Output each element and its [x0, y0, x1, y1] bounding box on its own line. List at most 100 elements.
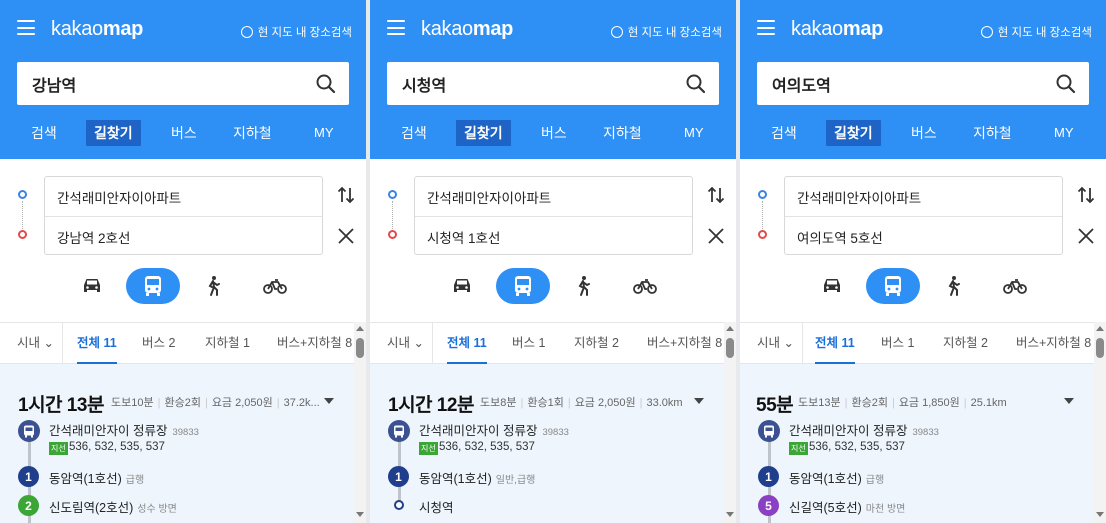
search-box — [17, 62, 349, 105]
filter-subway[interactable]: 지하철 2 — [574, 323, 619, 364]
transfer-station[interactable]: 신길역(5호선) 마천 방면 — [789, 497, 905, 516]
scrollbar[interactable] — [1094, 322, 1106, 523]
bus-numbers: 536, 532, 535, 537 — [809, 441, 905, 453]
destination-input[interactable] — [785, 217, 1062, 256]
tab-subway[interactable]: 지하철 — [233, 120, 272, 146]
map-scope-search-toggle[interactable]: 현 지도 내 장소검색 — [240, 24, 352, 40]
city-dropdown[interactable]: 시내 ⌄ — [17, 323, 54, 364]
tab-subway[interactable]: 지하철 — [973, 120, 1012, 146]
filter-bus-subway[interactable]: 버스+지하철 8 — [1016, 323, 1091, 364]
bike-mode-button[interactable] — [248, 268, 302, 304]
transit-mode-button[interactable] — [496, 268, 550, 304]
tab-bus[interactable]: 버스 — [911, 120, 937, 146]
close-icon[interactable] — [337, 227, 355, 245]
scrollbar[interactable] — [724, 322, 736, 523]
boarding-stop[interactable]: 간석래미안자이 정류장 39833 — [789, 420, 939, 439]
walk-mode-button[interactable] — [926, 268, 980, 304]
search-input[interactable] — [757, 74, 1037, 93]
search-input[interactable] — [17, 74, 297, 93]
city-dropdown[interactable]: 시내 ⌄ — [387, 323, 424, 364]
filter-bus[interactable]: 버스 2 — [142, 323, 175, 364]
city-dropdown[interactable]: 시내 ⌄ — [757, 323, 794, 364]
route-meta: 도보13분 | 환승2회 | 요금 1,850원 | 25.1km — [798, 397, 1007, 409]
filter-bus-subway[interactable]: 버스+지하철 8 — [277, 323, 352, 364]
transfer-station[interactable]: 동암역(1호선) 일반,급행 — [419, 468, 535, 487]
close-icon[interactable] — [1077, 227, 1095, 245]
menu-icon[interactable] — [17, 20, 35, 35]
car-mode-button[interactable] — [805, 268, 859, 304]
route-inputs — [44, 176, 323, 256]
filter-bus[interactable]: 버스 1 — [881, 323, 914, 364]
boarding-stop[interactable]: 간석래미안자이 정류장 39833 — [419, 420, 569, 439]
arrival-dot-icon — [394, 500, 404, 510]
walk-mode-button[interactable] — [186, 268, 240, 304]
filter-bus-subway[interactable]: 버스+지하철 8 — [647, 323, 722, 364]
tab-subway[interactable]: 지하철 — [603, 120, 642, 146]
route-result[interactable]: 1시간 12분 도보8분 | 환승1회 | 요금 2,050원 | 33.0km 간석래미안… — [370, 364, 724, 523]
filter-all[interactable]: 전체 11 — [77, 323, 117, 364]
swap-icon[interactable] — [336, 185, 356, 205]
swap-icon[interactable] — [1076, 185, 1096, 205]
tab-directions[interactable]: 길찾기 — [86, 120, 141, 146]
destination-input[interactable] — [415, 217, 692, 256]
boarding-stop[interactable]: 간석래미안자이 정류장 39833 — [49, 420, 199, 439]
nav-tabs: 검색 길찾기 버스 지하철 MY — [370, 117, 736, 149]
route-filter-tabs: 시내 ⌄ 전체 11 버스 1 지하철 2 버스+지하철 8 — [370, 322, 736, 364]
tab-search[interactable]: 검색 — [771, 120, 797, 146]
tab-bus[interactable]: 버스 — [171, 120, 197, 146]
search-icon[interactable] — [685, 73, 707, 95]
search-icon[interactable] — [1055, 73, 1077, 95]
bike-mode-button[interactable] — [618, 268, 672, 304]
filter-bus[interactable]: 버스 1 — [512, 323, 545, 364]
origin-input[interactable] — [785, 177, 1062, 216]
transfer-station[interactable]: 동암역(1호선) 급행 — [49, 468, 144, 487]
origin-input[interactable] — [415, 177, 692, 216]
swap-icon[interactable] — [706, 185, 726, 205]
line-2-badge: 2 — [18, 495, 39, 516]
route-meta: 도보10분 | 환승2회 | 요금 2,050원 | 37.2k... — [111, 397, 320, 409]
tab-directions[interactable]: 길찾기 — [826, 120, 881, 146]
walk-mode-button[interactable] — [556, 268, 610, 304]
transfer-station[interactable]: 신도림역(2호선) 성수 방면 — [49, 497, 177, 516]
filter-all[interactable]: 전체 11 — [815, 323, 855, 364]
transit-mode-button[interactable] — [126, 268, 180, 304]
expand-caret-icon[interactable] — [694, 398, 704, 404]
car-mode-button[interactable] — [435, 268, 489, 304]
expand-caret-icon[interactable] — [324, 398, 334, 404]
map-scope-search-toggle[interactable]: 현 지도 내 장소검색 — [980, 24, 1092, 40]
kakaomap-logo[interactable]: kakaomap — [421, 18, 513, 41]
filter-subway[interactable]: 지하철 1 — [205, 323, 250, 364]
map-panel-yeouido: kakaomap 현 지도 내 장소검색 검색 길찾기 버스 지하철 MY 시내… — [740, 0, 1106, 523]
tab-directions[interactable]: 길찾기 — [456, 120, 511, 146]
search-input[interactable] — [387, 74, 667, 93]
destination-input[interactable] — [45, 217, 322, 256]
filter-subway[interactable]: 지하철 2 — [943, 323, 988, 364]
tab-bus[interactable]: 버스 — [541, 120, 567, 146]
kakaomap-logo[interactable]: kakaomap — [791, 18, 883, 41]
tab-my[interactable]: MY — [684, 120, 704, 146]
tab-search[interactable]: 검색 — [31, 120, 57, 146]
origin-input[interactable] — [45, 177, 322, 216]
kakaomap-logo[interactable]: kakaomap — [51, 18, 143, 41]
arrival-station[interactable]: 시청역 — [419, 497, 454, 516]
tab-my[interactable]: MY — [314, 120, 334, 146]
car-icon — [824, 279, 840, 292]
menu-icon[interactable] — [757, 20, 775, 35]
route-result[interactable]: 1시간 13분 도보10분 | 환승2회 | 요금 2,050원 | 37.2k... 간석… — [0, 364, 354, 523]
route-result[interactable]: 55분 도보13분 | 환승2회 | 요금 1,850원 | 25.1km 간석래미안자이 … — [740, 364, 1094, 523]
close-icon[interactable] — [707, 227, 725, 245]
search-icon[interactable] — [315, 73, 337, 95]
transfer-station[interactable]: 동암역(1호선) 급행 — [789, 468, 884, 487]
filter-all[interactable]: 전체 11 — [447, 323, 487, 364]
expand-caret-icon[interactable] — [1064, 398, 1074, 404]
transit-mode-button[interactable] — [866, 268, 920, 304]
scrollbar[interactable] — [354, 322, 366, 523]
bus-numbers: 536, 532, 535, 537 — [439, 441, 535, 453]
bus-type-badge: 지선 — [49, 442, 68, 455]
map-scope-search-toggle[interactable]: 현 지도 내 장소검색 — [610, 24, 722, 40]
tab-my[interactable]: MY — [1054, 120, 1074, 146]
bike-mode-button[interactable] — [988, 268, 1042, 304]
car-mode-button[interactable] — [65, 268, 119, 304]
tab-search[interactable]: 검색 — [401, 120, 427, 146]
menu-icon[interactable] — [387, 20, 405, 35]
